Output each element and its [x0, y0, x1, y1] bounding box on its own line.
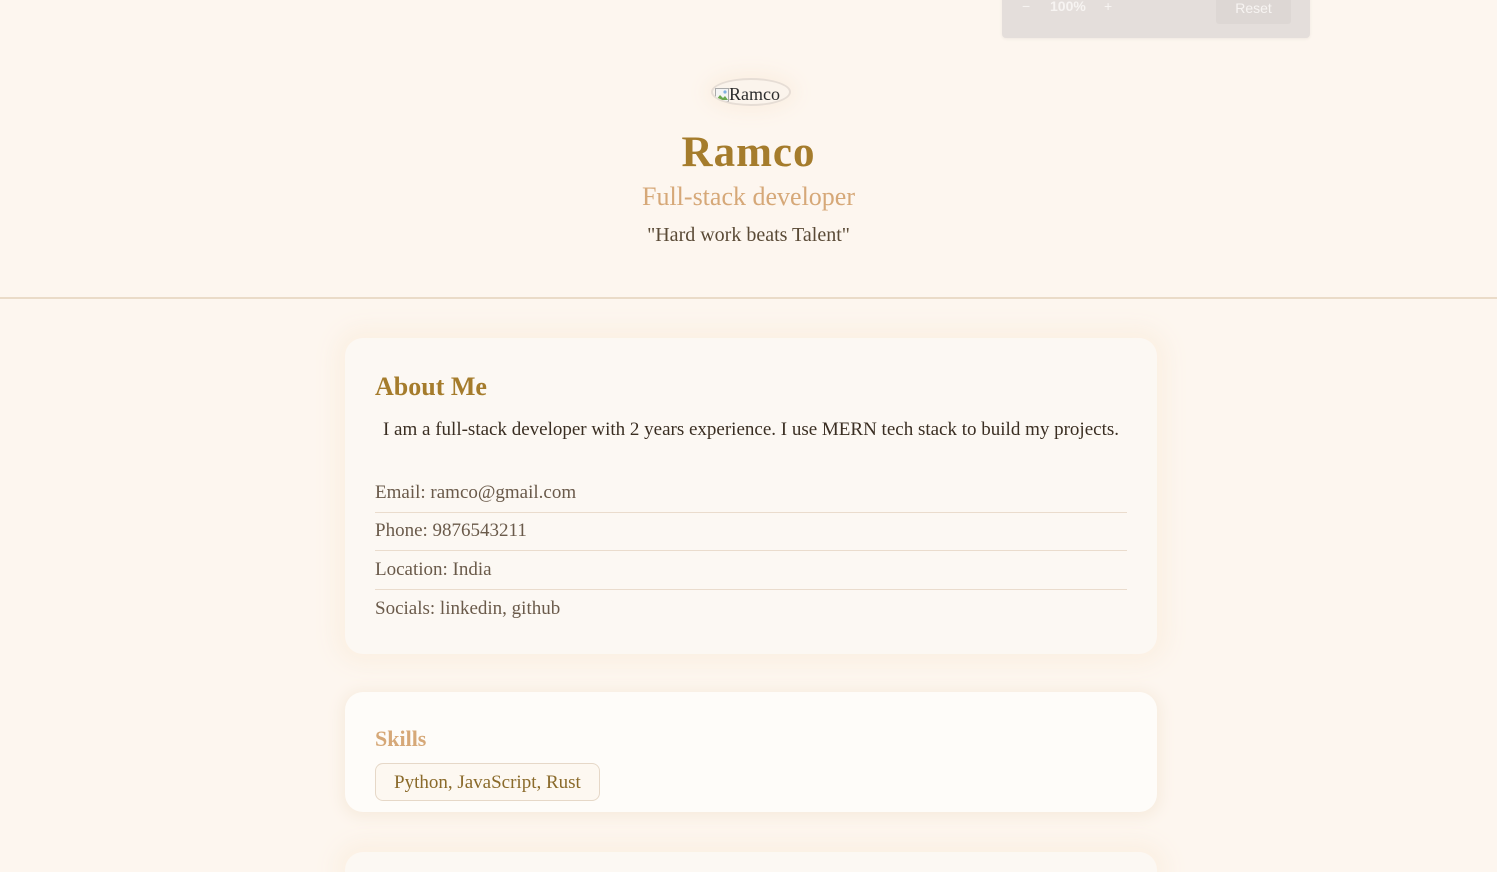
location-info: Location: India	[375, 551, 1127, 590]
skills-card: Skills Python, JavaScript, Rust	[345, 692, 1157, 812]
avatar: Ramco	[711, 78, 791, 106]
skill-tag: Python, JavaScript, Rust	[375, 763, 600, 801]
about-card: About Me I am a full-stack developer wit…	[345, 338, 1157, 654]
broken-image-icon	[715, 88, 729, 102]
about-bio: I am a full-stack developer with 2 years…	[382, 419, 1119, 440]
skills-heading: Skills	[375, 726, 427, 751]
profile-quote: "Hard work beats Talent"	[647, 224, 850, 246]
profile-role: Full-stack developer	[642, 182, 855, 211]
email-info: Email: ramco@gmail.com	[375, 474, 1127, 513]
next-card	[345, 852, 1157, 872]
about-heading: About Me	[375, 372, 487, 401]
profile-name: Ramco	[681, 129, 816, 176]
phone-info: Phone: 9876543211	[375, 512, 1127, 551]
avatar-alt-text: Ramco	[729, 84, 780, 104]
socials-info: Socials: linkedin, github	[375, 598, 561, 619]
profile-header: Ramco Ramco Full-stack developer "Hard w…	[0, 0, 1497, 299]
